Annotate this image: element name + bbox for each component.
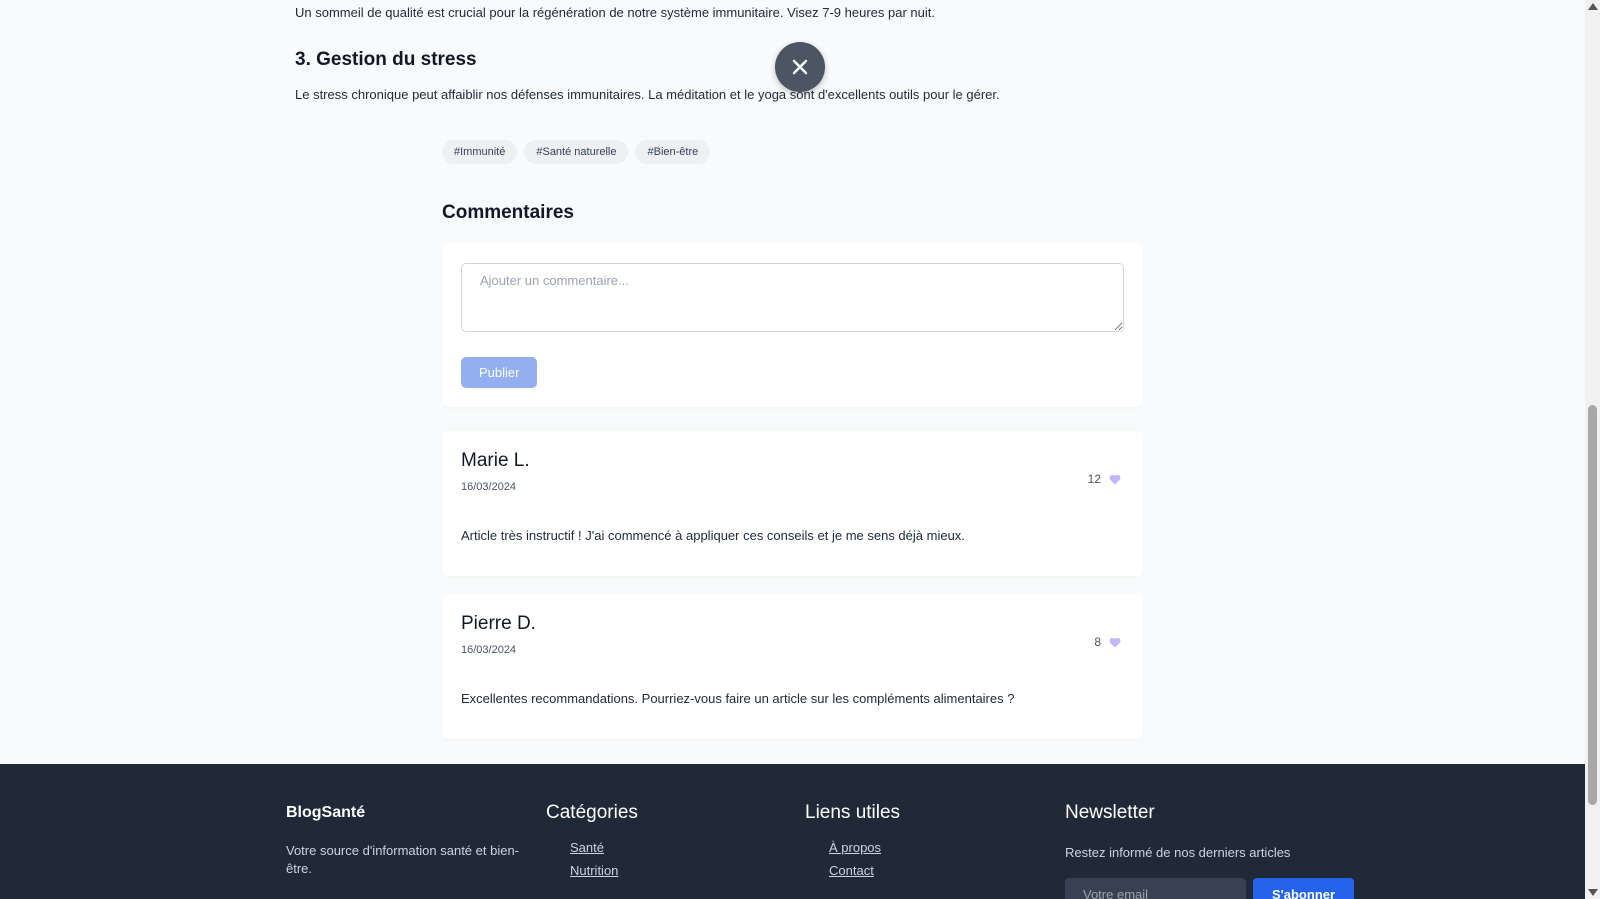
stress-heading: 3. Gestion du stress	[295, 49, 477, 70]
footer-link-sante[interactable]: Santé	[570, 840, 638, 855]
footer-link-contact[interactable]: Contact	[829, 863, 900, 878]
tag-immunite[interactable]: #Immunité	[442, 140, 518, 164]
like-count: 8	[1094, 635, 1101, 649]
tag-list: #Immunité #Santé naturelle #Bien-être	[442, 140, 711, 164]
footer-categories-list: Santé Nutrition	[546, 840, 638, 878]
comment-author: Pierre D.	[461, 613, 536, 634]
close-button[interactable]	[775, 42, 825, 92]
publish-button[interactable]: Publier	[461, 357, 538, 388]
comment-item: Marie L. 16/03/2024 12 Article très inst…	[442, 431, 1143, 576]
scroll-down-arrow-icon[interactable]	[1588, 889, 1598, 896]
heart-icon	[1109, 474, 1121, 484]
footer-useful-links-title: Liens utiles	[805, 802, 901, 823]
subscribe-button[interactable]: S'abonner	[1253, 878, 1355, 899]
footer-description: Votre source d'information santé et bien…	[286, 843, 520, 876]
footer-categories-title: Catégories	[546, 802, 638, 823]
article-paragraph-sleep: Un sommeil de qualité est crucial pour l…	[295, 5, 935, 20]
comment-date: 16/03/2024	[461, 644, 517, 656]
scroll-up-arrow-icon[interactable]	[1588, 3, 1598, 10]
tag-sante-naturelle[interactable]: #Santé naturelle	[524, 140, 629, 164]
like-control[interactable]: 8	[1094, 635, 1121, 649]
comments-title: Commentaires	[442, 202, 574, 223]
comment-textarea[interactable]	[461, 263, 1124, 332]
newsletter-form: S'abonner	[1065, 878, 1355, 899]
tag-bien-etre[interactable]: #Bien-être	[635, 140, 711, 164]
footer-categories: Catégories Santé Nutrition	[546, 802, 638, 886]
comment-text: Article très instructif ! J'ai commencé …	[461, 528, 965, 543]
newsletter-text: Restez informé de nos derniers articles	[1065, 845, 1291, 860]
footer-about: BlogSanté Votre source d'information san…	[286, 804, 526, 878]
footer-newsletter: Newsletter Restez informé de nos dernier…	[1065, 802, 1355, 899]
comment-text: Excellentes recommandations. Pourriez-vo…	[461, 691, 1015, 706]
footer-brand: BlogSanté	[286, 804, 366, 821]
scrollbar[interactable]	[1585, 0, 1600, 899]
site-footer: BlogSanté Votre source d'information san…	[0, 764, 1585, 899]
comment-item: Pierre D. 16/03/2024 8 Excellentes recom…	[442, 594, 1143, 739]
article-paragraph-stress: Le stress chronique peut affaiblir nos d…	[295, 87, 1000, 102]
newsletter-email-input[interactable]	[1065, 878, 1246, 899]
comment-date: 16/03/2024	[461, 481, 517, 493]
footer-useful-links-list: À propos Contact	[805, 840, 900, 878]
footer-useful-links: Liens utiles À propos Contact	[805, 802, 901, 886]
like-count: 12	[1087, 472, 1101, 486]
like-control[interactable]: 12	[1088, 472, 1121, 486]
comment-form: Publier	[442, 243, 1143, 407]
close-icon	[792, 59, 808, 75]
newsletter-title: Newsletter	[1065, 802, 1155, 823]
page: Un sommeil de qualité est crucial pour l…	[0, 0, 1585, 899]
scrollbar-thumb[interactable]	[1588, 405, 1597, 805]
footer-link-a-propos[interactable]: À propos	[829, 840, 900, 855]
heart-icon	[1109, 637, 1121, 647]
footer-link-nutrition[interactable]: Nutrition	[570, 863, 638, 878]
comment-author: Marie L.	[461, 450, 530, 471]
